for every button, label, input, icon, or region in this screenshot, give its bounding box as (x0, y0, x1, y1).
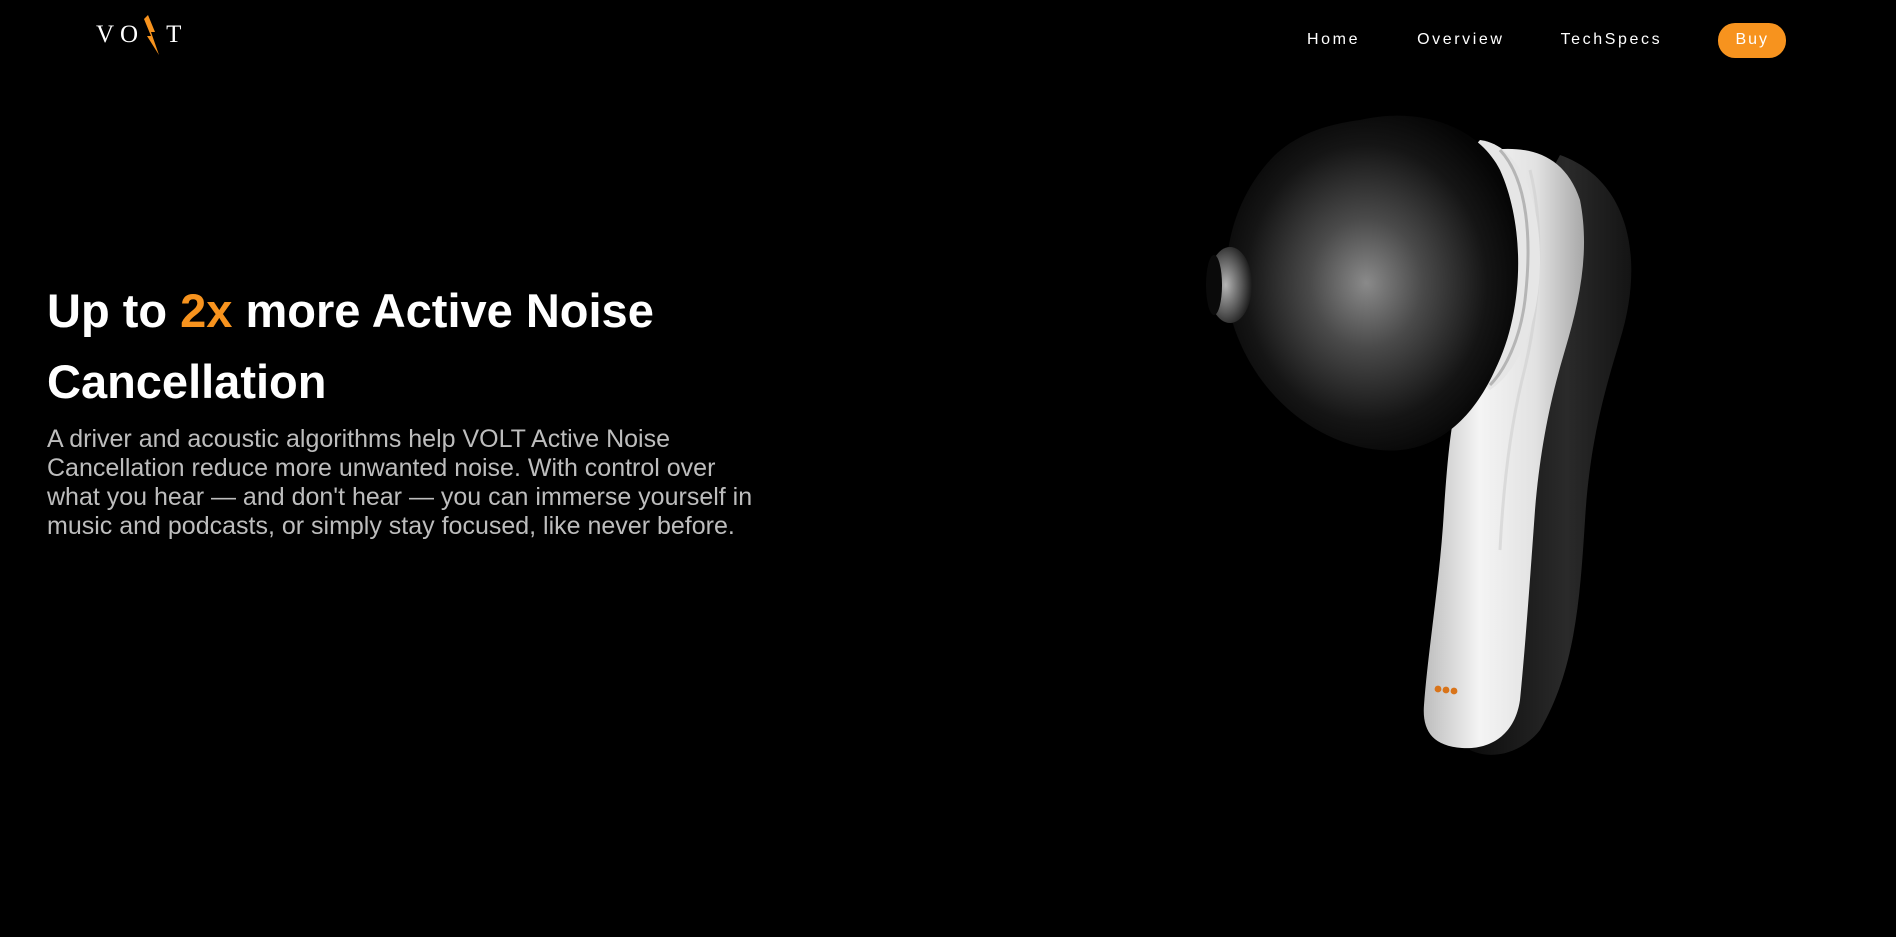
nav-link-overview[interactable]: Overview (1417, 31, 1504, 49)
lightning-bolt-icon (144, 15, 160, 55)
logo-text-left: VO (96, 21, 145, 48)
nav-link-home[interactable]: Home (1307, 31, 1360, 49)
hero-heading: Up to 2x more Active Noise Cancellation (47, 275, 767, 417)
nav-link-techspecs[interactable]: TechSpecs (1561, 31, 1663, 49)
hero-heading-accent: 2x (180, 284, 233, 337)
brand-logo[interactable]: VO T (96, 12, 181, 58)
main-nav: Home Overview TechSpecs Buy (1300, 22, 1787, 58)
buy-button[interactable]: Buy (1718, 22, 1787, 58)
hero-description: A driver and acoustic algorithms help VO… (47, 425, 753, 540)
hero-heading-pre: Up to (47, 284, 181, 337)
earbud-product-image (1206, 115, 1632, 755)
logo-text-right: T (166, 21, 182, 48)
